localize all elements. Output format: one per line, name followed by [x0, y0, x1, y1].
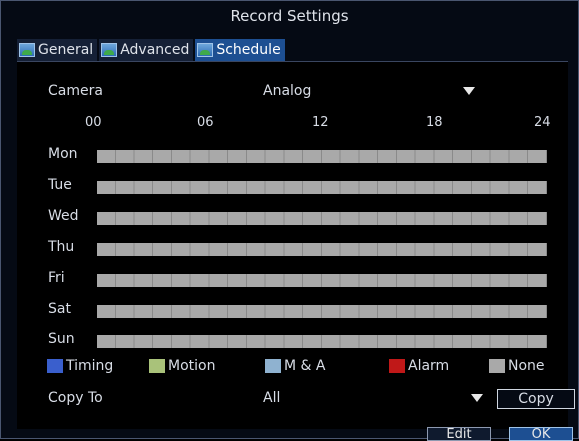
- record-settings-window: Record Settings General Advanced Schedul…: [0, 0, 579, 441]
- picture-icon: [197, 43, 214, 57]
- timebar-wed[interactable]: [97, 212, 547, 225]
- hour-label: 00: [85, 115, 102, 130]
- tab-general-label: General: [38, 42, 94, 58]
- legend-swatch: [389, 359, 405, 373]
- hour-label: 24: [534, 115, 551, 130]
- timebar-thu[interactable]: [97, 243, 547, 256]
- hour-label: 12: [312, 115, 329, 130]
- camera-label: Camera: [48, 83, 103, 99]
- legend-label: None: [508, 358, 545, 374]
- timebar-sat[interactable]: [97, 305, 547, 318]
- hour-label: 06: [197, 115, 214, 130]
- legend: Timing Motion M & A Alarm None: [47, 358, 557, 376]
- day-label-tue: Tue: [48, 177, 72, 193]
- tab-advanced[interactable]: Advanced: [99, 39, 194, 61]
- hour-scale: 00 06 12 18 24: [1, 115, 579, 133]
- camera-dropdown-arrow-icon[interactable]: [463, 87, 475, 95]
- legend-swatch: [149, 359, 165, 373]
- camera-select[interactable]: Analog: [263, 83, 311, 99]
- timebar-tue[interactable]: [97, 181, 547, 194]
- legend-item-alarm[interactable]: Alarm: [389, 358, 449, 374]
- tab-bar: General Advanced Schedule: [17, 39, 287, 61]
- copy-button[interactable]: Copy: [497, 389, 575, 409]
- legend-item-motion[interactable]: Motion: [149, 358, 215, 374]
- window-title: Record Settings: [230, 7, 349, 25]
- legend-label: M & A: [284, 358, 326, 374]
- legend-swatch: [47, 359, 63, 373]
- picture-icon: [101, 43, 118, 57]
- timebar-mon[interactable]: [97, 150, 547, 163]
- timebar-fri[interactable]: [97, 274, 547, 287]
- legend-swatch: [265, 359, 281, 373]
- legend-label: Timing: [66, 358, 114, 374]
- day-label-thu: Thu: [48, 239, 75, 255]
- tab-schedule-label: Schedule: [216, 42, 281, 58]
- copy-to-label: Copy To: [48, 390, 103, 406]
- timebar-sun[interactable]: [97, 335, 547, 348]
- tab-schedule[interactable]: Schedule: [195, 39, 285, 61]
- copy-to-select[interactable]: All: [263, 390, 280, 406]
- tab-general[interactable]: General: [17, 39, 98, 61]
- day-label-wed: Wed: [48, 208, 79, 224]
- tab-advanced-label: Advanced: [120, 42, 190, 58]
- day-label-sat: Sat: [48, 301, 71, 317]
- legend-item-m-and-a[interactable]: M & A: [265, 358, 325, 374]
- day-label-fri: Fri: [48, 270, 65, 286]
- legend-label: Motion: [168, 358, 216, 374]
- day-label-mon: Mon: [48, 146, 78, 162]
- legend-item-timing[interactable]: Timing: [47, 358, 113, 374]
- picture-icon: [19, 43, 35, 57]
- copy-to-dropdown-arrow-icon[interactable]: [471, 394, 483, 402]
- legend-swatch: [489, 359, 505, 373]
- legend-label: Alarm: [408, 358, 450, 374]
- day-label-sun: Sun: [48, 331, 75, 347]
- hour-label: 18: [426, 115, 443, 130]
- legend-item-none[interactable]: None: [489, 358, 545, 374]
